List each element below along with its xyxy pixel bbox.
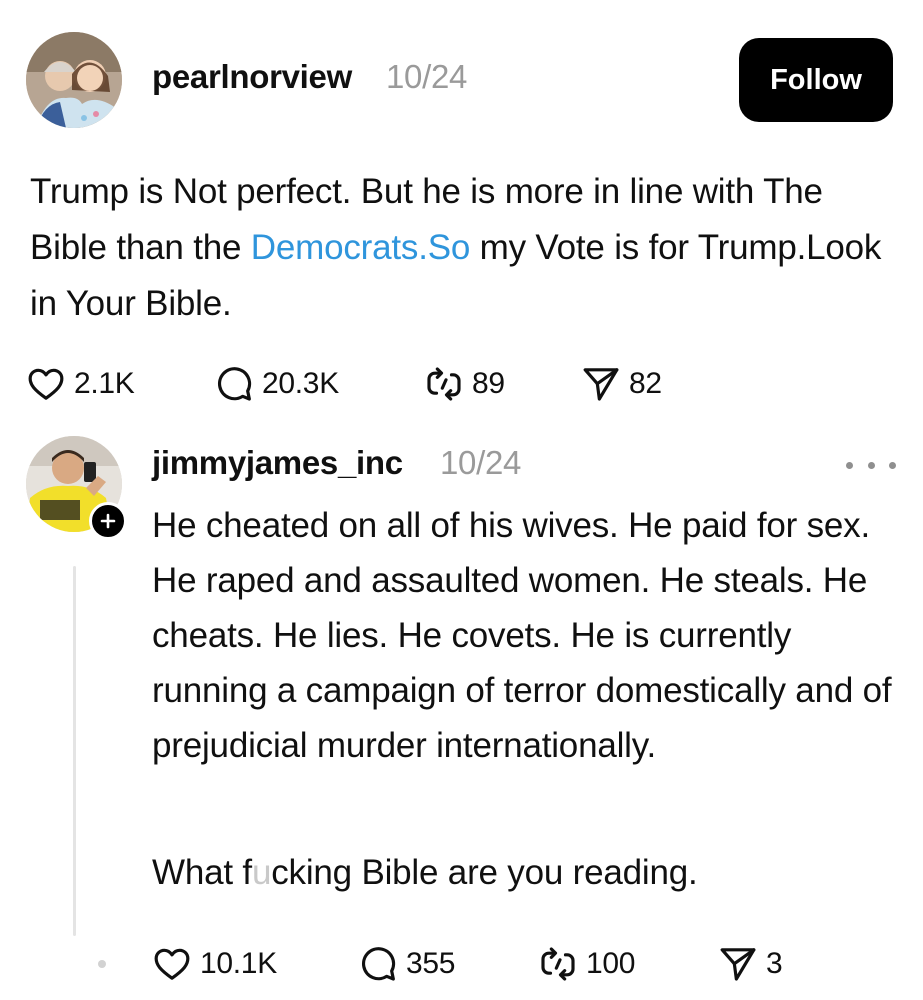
more-icon-dot: [867, 461, 875, 469]
share-count: 82: [629, 367, 662, 400]
comment-count: 20.3K: [262, 367, 339, 400]
reply-comment-count: 355: [406, 947, 456, 980]
thread-dot: [98, 960, 106, 968]
repost-icon: [541, 947, 575, 981]
reply-question-censored: u: [251, 853, 272, 892]
reply-comment-button[interactable]: 355: [358, 944, 455, 984]
reply-username[interactable]: jimmyjames_inc: [152, 444, 403, 482]
reply-share-count: 3: [766, 947, 783, 980]
repost-count: 89: [472, 367, 505, 400]
share-icon: [720, 948, 756, 981]
reply-share-button[interactable]: 3: [718, 944, 783, 984]
avatar-photo: [26, 32, 122, 128]
reply-like-count: 10.1K: [200, 947, 277, 980]
reply-repost-count: 100: [586, 947, 636, 980]
follow-plus-button[interactable]: [89, 502, 127, 540]
reply-repost-button[interactable]: 100: [538, 944, 635, 984]
comment-icon: [217, 367, 252, 401]
thread-line: [73, 566, 76, 936]
reply-text: He cheated on all of his wives. He paid …: [152, 506, 892, 765]
repost-icon: [427, 367, 461, 401]
like-button[interactable]: 2.1K: [26, 364, 135, 404]
post-text: Trump is Not perfect. But he is more in …: [30, 164, 900, 332]
heart-icon: [28, 368, 64, 400]
reply-question-start: What f: [152, 853, 252, 892]
post-date: 10/24: [386, 58, 468, 95]
avatar[interactable]: [26, 32, 122, 128]
post-mention-link[interactable]: Democrats.So: [251, 228, 471, 267]
comment-icon: [361, 947, 396, 981]
more-icon: [846, 461, 853, 469]
plus-icon: [100, 513, 116, 529]
reply-date: 10/24: [440, 444, 522, 481]
reply-text-question: What fucking Bible are you reading.: [152, 845, 902, 900]
more-icon-dot: [889, 461, 896, 469]
follow-button[interactable]: Follow: [739, 38, 893, 122]
heart-icon: [154, 948, 190, 980]
repost-button[interactable]: 89: [424, 364, 505, 404]
like-count: 2.1K: [74, 367, 135, 400]
more-options-button[interactable]: [846, 450, 896, 480]
reply-like-button[interactable]: 10.1K: [152, 944, 277, 984]
share-icon: [583, 368, 619, 401]
comment-button[interactable]: 20.3K: [214, 364, 339, 404]
reply-question-end: cking Bible are you reading.: [271, 853, 698, 892]
threads-page: pearlnorview 10/24 Follow Trump is Not p…: [0, 0, 923, 1000]
post-username[interactable]: pearlnorview: [152, 58, 352, 96]
share-button[interactable]: 82: [581, 364, 662, 404]
